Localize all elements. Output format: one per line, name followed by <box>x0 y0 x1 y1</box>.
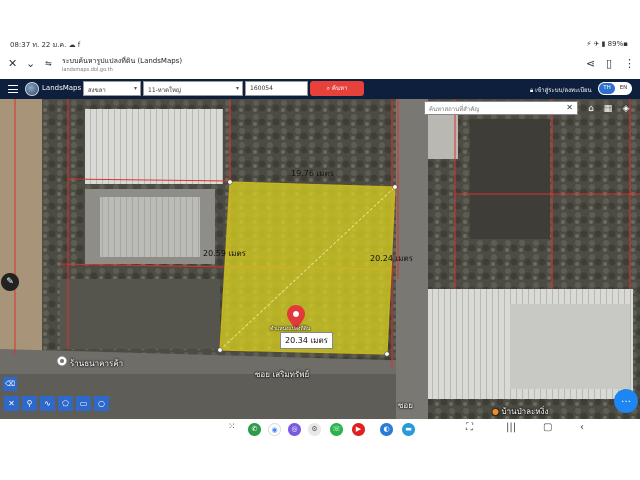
eraser-icon[interactable]: ⌫ <box>3 377 17 391</box>
lang-th[interactable]: TH <box>599 83 615 94</box>
page-url[interactable]: landsmaps.dol.go.th <box>62 67 113 73</box>
browser-bar: ✕ ⌄ ⇋ ระบบค้นหารูปแปลงที่ดิน (LandsMaps)… <box>0 52 640 78</box>
search-button-label: ค้นหา <box>331 85 348 92</box>
circle-icon[interactable]: ○ <box>94 396 109 411</box>
share-icon[interactable]: ⋖ <box>586 57 595 70</box>
lock-icon: 🔒︎ <box>530 87 534 94</box>
more-icon[interactable]: ⋮ <box>624 57 635 70</box>
screen: 08:37 ท. 22 ม.ค. ☁ f ⚡ ✈ ▮ 89%▪ ✕ ⌄ ⇋ ระ… <box>0 0 640 480</box>
lang-en[interactable]: EN <box>616 83 631 94</box>
language-toggle[interactable]: TH EN <box>598 82 632 95</box>
home-button-icon[interactable]: ▢ <box>543 422 552 433</box>
street-label-side: ซอย <box>398 401 413 410</box>
system-nav-bar: ⁙ ✆ ◉ ◎ ⚙ ☏ ▶ ◐ ▬ ⛶ ||| ▢ ‹ <box>0 420 640 442</box>
district-value: 11-หาดใหญ่ <box>148 87 182 94</box>
settings-app-icon[interactable]: ⚙ <box>308 423 321 436</box>
back-icon[interactable]: ‹ <box>580 422 584 433</box>
caret-down-icon: ▾ <box>235 85 239 92</box>
dimension-right: 20.24 เมตร <box>370 254 413 263</box>
chrome-app-icon[interactable]: ◉ <box>268 423 281 436</box>
street-label: ซอย เสริมทรัพย์ <box>255 370 310 379</box>
chevron-down-icon[interactable]: ⌄ <box>26 57 35 70</box>
status-battery: ⚡ ✈ ▮ 89%▪ <box>586 40 628 48</box>
marker-label: ตำแหน่งแปลงที่ดิน <box>270 326 311 332</box>
cloud-icon: ☁ f <box>68 41 81 49</box>
map-view[interactable]: 19.76 เมตร 20.59 เมตร 20.24 เมตร 20.34 เ… <box>0 99 640 419</box>
poi-label[interactable]: ร้านธนาคารค้า <box>70 357 123 370</box>
apps-grid-icon[interactable]: ⁙ <box>228 422 236 432</box>
caret-down-icon: ▾ <box>133 85 137 92</box>
dimension-top: 19.76 เมตร <box>291 169 334 178</box>
pin-icon[interactable]: ⚲ <box>22 396 37 411</box>
province-value: สงขลา <box>88 87 106 94</box>
home-icon[interactable]: ⌂ <box>583 102 599 116</box>
tools-icon[interactable]: ✕ <box>4 396 19 411</box>
chat-icon[interactable]: … <box>614 389 638 413</box>
dimension-left: 20.59 เมตร <box>203 249 246 258</box>
place-search-placeholder: ค้นหาสถานที่สำคัญ <box>429 106 480 113</box>
app-header: LandsMaps สงขลา ▾ 11-หาดใหญ่ ▾ 160054 ⌕ … <box>0 79 640 99</box>
brand-name: LandsMaps <box>42 84 82 92</box>
youtube-app-icon[interactable]: ▶ <box>352 423 365 436</box>
polyline-icon[interactable]: ∿ <box>40 396 55 411</box>
landsmaps-logo <box>25 82 39 96</box>
messages-app-icon[interactable]: ◎ <box>288 423 301 436</box>
layers-icon[interactable]: ◈ <box>618 102 634 116</box>
screenshot-icon[interactable]: ⛶ <box>466 422 473 433</box>
login-link[interactable]: 🔒︎ เข้าสู่ระบบ/ลงทะเบียน <box>530 85 592 95</box>
search-icon: ⌕ <box>326 85 330 92</box>
login-label: เข้าสู่ระบบ/ลงทะเบียน <box>535 87 592 94</box>
province-select[interactable]: สงขลา ▾ <box>83 81 141 96</box>
recent-app-icon[interactable]: ◐ <box>380 423 393 436</box>
phone-app-icon[interactable]: ✆ <box>248 423 261 436</box>
chat-app-icon[interactable]: ▬ <box>402 423 415 436</box>
parcel-number-input[interactable]: 160054 <box>245 81 308 96</box>
page-title: ระบบค้นหารูปแปลงที่ดิน (LandsMaps) <box>62 57 183 65</box>
polygon-icon[interactable]: ⬠ <box>58 396 73 411</box>
parcel-number-value: 160054 <box>250 85 273 92</box>
menu-icon[interactable] <box>8 85 18 93</box>
rectangle-icon[interactable]: ▭ <box>76 396 91 411</box>
satellite-map <box>0 99 640 419</box>
poi-label-right[interactable]: ● บ้านป่าละหงิ่ง <box>492 405 548 418</box>
status-time: 08:37 ท. 22 ม.ค. <box>10 41 67 49</box>
place-search-input[interactable]: ค้นหาสถานที่สำคัญ ✕ <box>424 101 578 115</box>
bookmark-icon[interactable]: ▯ <box>606 57 612 70</box>
pencil-icon[interactable]: ✎ <box>1 273 19 291</box>
poi-pin-icon: ● <box>492 407 499 416</box>
search-button[interactable]: ⌕ ค้นหา <box>310 81 364 96</box>
clear-icon[interactable]: ✕ <box>566 103 573 112</box>
line-app-icon[interactable]: ☏ <box>330 423 343 436</box>
dimension-bottom: 20.34 เมตร <box>280 332 333 349</box>
status-bar: 08:37 ท. 22 ม.ค. ☁ f ⚡ ✈ ▮ 89%▪ <box>0 36 640 52</box>
close-icon[interactable]: ✕ <box>8 57 17 70</box>
recents-icon[interactable]: ||| <box>506 422 516 433</box>
site-settings-icon[interactable]: ⇋ <box>45 59 52 68</box>
grid-icon[interactable]: ▦ <box>600 102 616 116</box>
district-select[interactable]: 11-หาดใหญ่ ▾ <box>143 81 243 96</box>
poi-right-text: บ้านป่าละหงิ่ง <box>501 407 549 416</box>
